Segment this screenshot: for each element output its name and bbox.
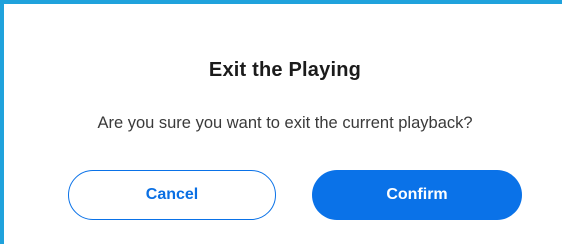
dialog-frame: Exit the Playing Are you sure you want t… <box>0 0 562 244</box>
dialog-title: Exit the Playing <box>208 59 362 81</box>
cancel-button[interactable]: Cancel <box>68 170 276 220</box>
exit-playback-dialog: Exit the Playing Are you sure you want t… <box>8 4 562 244</box>
confirm-button[interactable]: Confirm <box>312 170 522 220</box>
dialog-message: Are you sure you want to exit the curren… <box>97 114 473 132</box>
